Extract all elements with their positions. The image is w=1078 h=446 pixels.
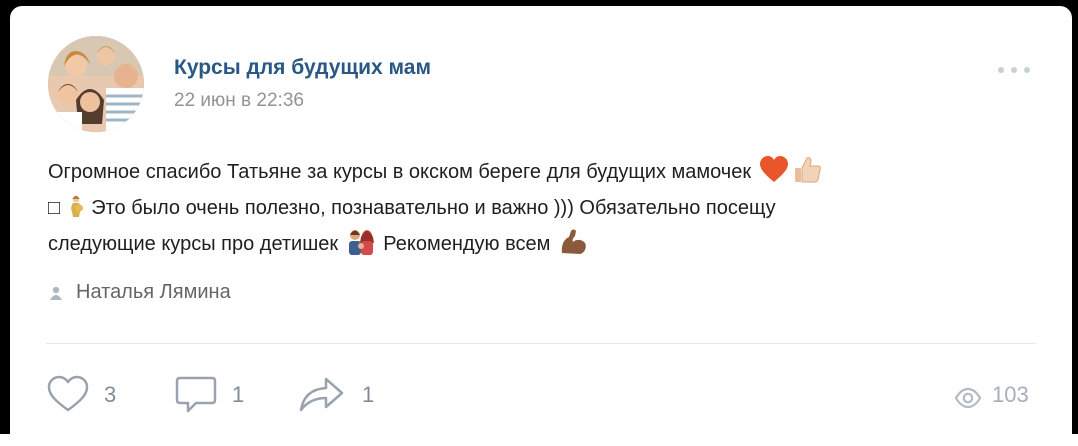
group-avatar[interactable] bbox=[48, 36, 144, 132]
share-count: 1 bbox=[362, 382, 375, 407]
unsupported-glyph: □ bbox=[48, 197, 61, 219]
share-button[interactable]: 1 bbox=[298, 374, 388, 420]
thumbs-up-icon bbox=[794, 157, 821, 183]
post-author-name: Наталья Лямина bbox=[76, 281, 231, 303]
post-text-segment: Рекомендую всем bbox=[383, 233, 551, 255]
more-options-button[interactable] bbox=[998, 60, 1042, 80]
group-name-link[interactable]: Курсы для будущих мам bbox=[174, 56, 431, 80]
family-photo-icon bbox=[48, 36, 144, 132]
dot-icon bbox=[1024, 67, 1030, 73]
user-icon bbox=[50, 286, 62, 300]
post-card: Курсы для будущих мам 22 июн в 22:36 Огр… bbox=[10, 6, 1072, 446]
heart-icon bbox=[759, 156, 788, 182]
like-button[interactable]: 3 bbox=[46, 374, 136, 420]
eye-icon bbox=[954, 387, 982, 409]
post-text-segment: следующие курсы про детишек bbox=[48, 233, 339, 255]
dot-icon bbox=[998, 67, 1004, 73]
family-icon bbox=[348, 230, 374, 255]
post-text-line-2: □ Это было очень полезно, познавательно … bbox=[48, 190, 1038, 226]
divider bbox=[46, 343, 1036, 344]
share-icon bbox=[299, 377, 344, 412]
pregnant-woman-icon bbox=[70, 195, 83, 217]
post-date[interactable]: 22 июн в 22:36 bbox=[174, 90, 304, 112]
comment-count: 1 bbox=[232, 382, 245, 407]
comment-button[interactable]: 1 bbox=[174, 374, 264, 420]
post-text-line-1: Огромное спасибо Татьяне за курсы в окск… bbox=[48, 154, 1038, 190]
heart-outline-icon bbox=[47, 375, 89, 412]
screen-frame: Курсы для будущих мам 22 июн в 22:36 Огр… bbox=[0, 0, 1078, 446]
views-count: 103 bbox=[992, 382, 1029, 407]
dot-icon bbox=[1011, 67, 1017, 73]
like-count: 3 bbox=[104, 382, 117, 407]
post-text-line-3: следующие курсы про детишек Рекомендую в… bbox=[48, 226, 1038, 262]
comment-icon bbox=[175, 376, 217, 413]
post-text-segment: Это было очень полезно, познавательно и … bbox=[91, 197, 776, 219]
flexed-biceps-icon bbox=[561, 229, 586, 254]
post-text-segment: Огромное спасибо Татьяне за курсы в окск… bbox=[48, 161, 752, 183]
post-text: Огромное спасибо Татьяне за курсы в окск… bbox=[48, 154, 1038, 262]
